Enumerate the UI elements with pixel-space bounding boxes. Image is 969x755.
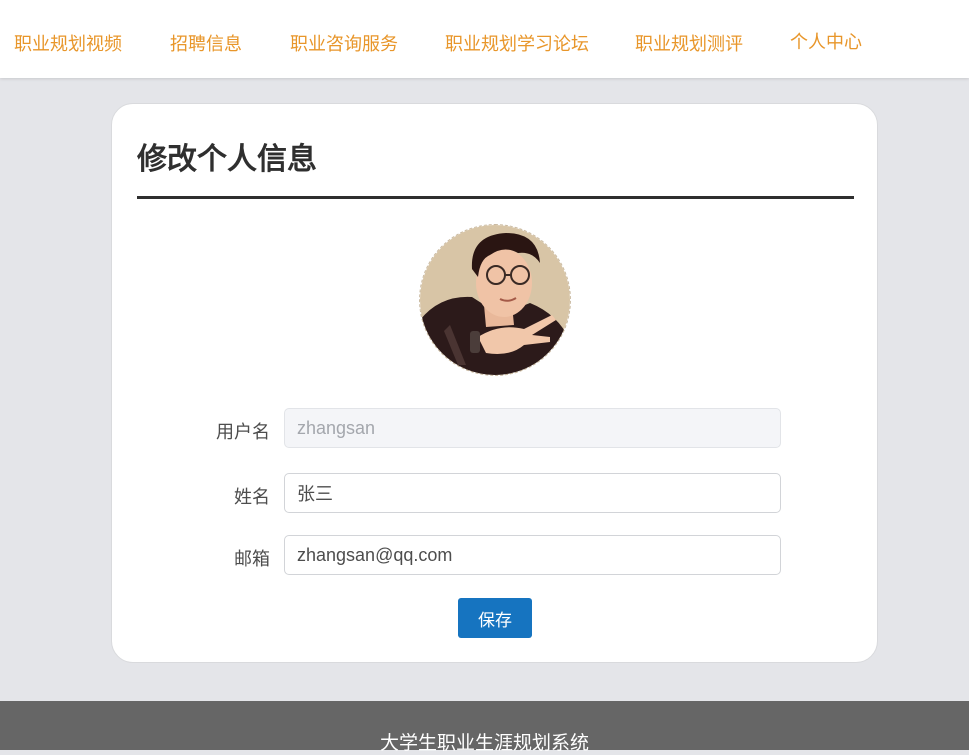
nav-item-job-info[interactable]: 招聘信息 bbox=[170, 30, 242, 56]
nav-item-assessment[interactable]: 职业规划测评 bbox=[635, 30, 743, 56]
name-field[interactable] bbox=[284, 473, 781, 513]
page-title: 修改个人信息 bbox=[137, 142, 317, 177]
nav-item-forum[interactable]: 职业规划学习论坛 bbox=[445, 30, 589, 56]
nav-item-career-videos[interactable]: 职业规划视频 bbox=[14, 30, 122, 56]
nav-item-personal-center[interactable]: 个人中心 bbox=[790, 28, 862, 54]
title-divider bbox=[137, 196, 854, 199]
footer: 大学生职业生涯规划系统 bbox=[0, 701, 969, 754]
name-label: 姓名 bbox=[234, 487, 270, 508]
nav-item-consulting[interactable]: 职业咨询服务 bbox=[290, 30, 398, 56]
footer-title: 大学生职业生涯规划系统 bbox=[379, 732, 589, 754]
profile-edit-card: 修改个人信息 用户名 姓名 邮箱 bbox=[111, 103, 878, 663]
email-label: 邮箱 bbox=[234, 549, 270, 570]
username-field[interactable] bbox=[284, 408, 781, 448]
avatar-image bbox=[420, 225, 570, 375]
email-field[interactable] bbox=[284, 535, 781, 575]
username-label: 用户名 bbox=[216, 422, 270, 443]
avatar[interactable] bbox=[419, 224, 571, 376]
save-button[interactable]: 保存 bbox=[458, 598, 532, 638]
top-navigation: 职业规划视频 招聘信息 职业咨询服务 职业规划学习论坛 职业规划测评 个人中心 bbox=[0, 0, 969, 78]
